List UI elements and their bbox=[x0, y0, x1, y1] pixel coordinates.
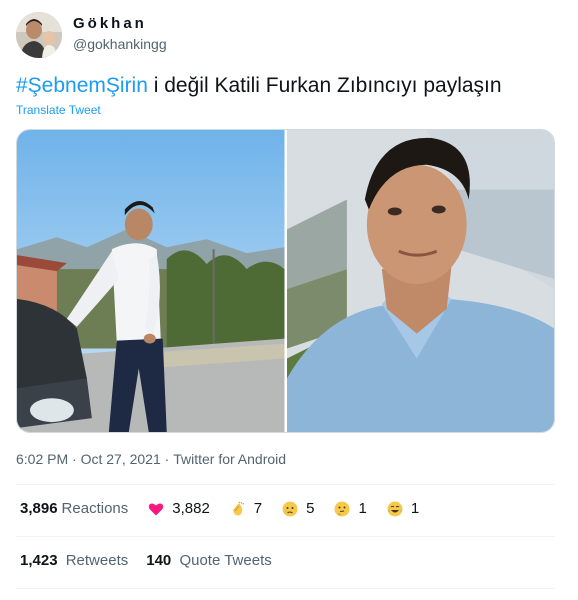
tweet-meta: 6:02 PM · Oct 27, 2021 · Twitter for And… bbox=[16, 451, 286, 467]
photo-right[interactable] bbox=[286, 130, 554, 432]
divider bbox=[16, 588, 555, 589]
retweets-count: 1,423 bbox=[20, 552, 58, 569]
meta-separator: · bbox=[160, 451, 174, 467]
reaction-count: 5 bbox=[306, 500, 315, 517]
retweets-label: Retweets bbox=[65, 552, 129, 569]
divider bbox=[16, 484, 555, 485]
reaction-laugh[interactable]: 1 bbox=[387, 500, 419, 517]
reaction-count: 3,882 bbox=[172, 500, 210, 517]
media-grid bbox=[16, 129, 555, 433]
reaction-count: 1 bbox=[358, 500, 367, 517]
reactions-label: Reactions bbox=[61, 500, 129, 517]
divider bbox=[16, 536, 555, 537]
heart-icon bbox=[149, 502, 164, 515]
author-display-name[interactable]: Gökhan bbox=[73, 15, 147, 32]
avatar[interactable] bbox=[16, 12, 62, 58]
hashtag-link[interactable]: #ŞebnemŞirin bbox=[16, 74, 148, 97]
laughing-face-icon bbox=[387, 501, 403, 516]
crying-face-icon bbox=[282, 501, 298, 516]
author-handle[interactable]: @gokhankingg bbox=[73, 36, 167, 52]
engagement-stats: 1,423 Retweets 140 Quote Tweets bbox=[20, 552, 272, 569]
translate-tweet-link[interactable]: Translate Tweet bbox=[16, 103, 101, 117]
quote-tweets-stat[interactable]: 140 Quote Tweets bbox=[146, 552, 271, 569]
reaction-count: 7 bbox=[253, 500, 263, 517]
thinking-face-icon bbox=[334, 501, 350, 516]
reaction-heart[interactable]: 3,882 bbox=[148, 500, 210, 517]
photo-left[interactable] bbox=[17, 130, 285, 432]
tweet-text: #ŞebnemŞirin i değil Katili Furkan Zıbın… bbox=[16, 73, 502, 99]
reaction-clap[interactable]: 7 bbox=[230, 500, 262, 517]
tweet-source[interactable]: Twitter for Android bbox=[173, 451, 286, 467]
quote-tweets-label: Quote Tweets bbox=[179, 552, 272, 569]
quote-tweets-count: 140 bbox=[146, 552, 172, 569]
reaction-think[interactable]: 1 bbox=[334, 500, 367, 517]
retweets-stat[interactable]: 1,423 Retweets bbox=[20, 552, 128, 569]
meta-separator: · bbox=[68, 451, 81, 467]
reaction-count: 1 bbox=[410, 500, 420, 517]
tweet-card: Gökhan @gokhankingg #ŞebnemŞirin i değil… bbox=[0, 0, 578, 600]
reaction-cry[interactable]: 5 bbox=[282, 500, 314, 517]
reactions-total: 3,896 bbox=[20, 500, 58, 517]
tweet-time[interactable]: 6:02 PM bbox=[16, 451, 68, 467]
clapping-hands-icon bbox=[232, 501, 244, 516]
reactions-row[interactable]: 3,896 Reactions 3,882 7 5 1 1 bbox=[20, 500, 419, 517]
tweet-date[interactable]: Oct 27, 2021 bbox=[81, 451, 161, 467]
tweet-body-text: i değil Katili Furkan Zıbıncıyı paylaşın bbox=[147, 74, 502, 97]
